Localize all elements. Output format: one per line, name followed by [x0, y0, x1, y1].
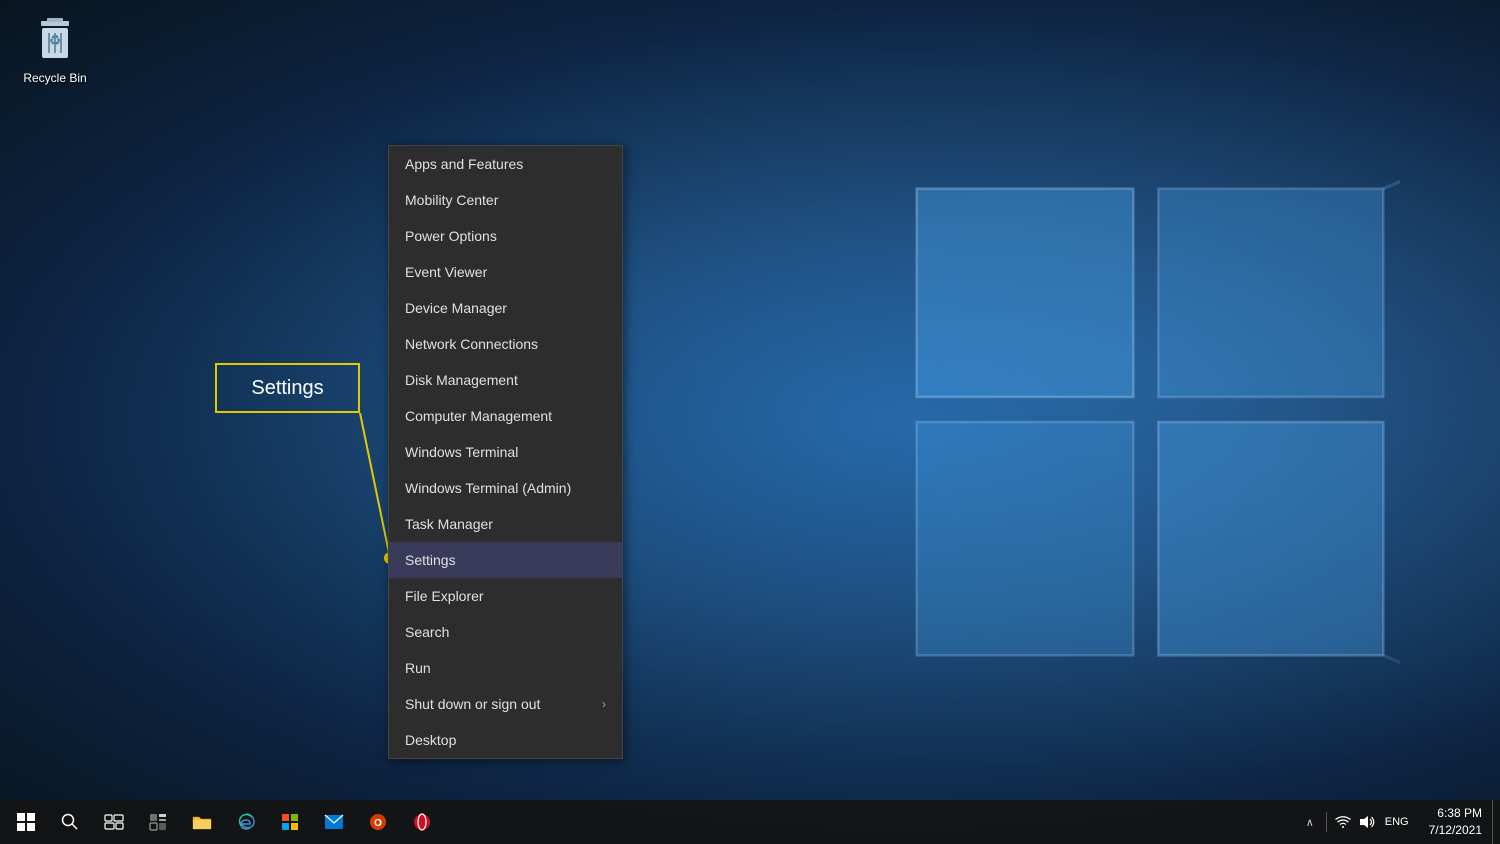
menu-item-label-apps-features: Apps and Features — [405, 156, 523, 172]
menu-item-network-connections[interactable]: Network Connections — [389, 326, 622, 362]
menu-item-computer-management[interactable]: Computer Management — [389, 398, 622, 434]
windows-logo-background — [900, 172, 1400, 672]
language-icon[interactable]: ENG — [1381, 812, 1413, 832]
start-button[interactable] — [4, 800, 48, 844]
menu-item-windows-terminal-admin[interactable]: Windows Terminal (Admin) — [389, 470, 622, 506]
widgets-button[interactable] — [136, 800, 180, 844]
widgets-icon — [149, 813, 167, 831]
opera-button[interactable] — [400, 800, 444, 844]
mail-button[interactable] — [312, 800, 356, 844]
taskbar-clock[interactable]: 6:38 PM 7/12/2021 — [1421, 805, 1490, 839]
menu-item-event-viewer[interactable]: Event Viewer — [389, 254, 622, 290]
taskbar: O ∧ — [0, 800, 1500, 844]
taskbar-search-icon — [61, 813, 79, 831]
context-menu: Apps and Features Mobility Center Power Op… — [388, 145, 623, 759]
system-tray: ∧ ENG — [1300, 812, 1421, 832]
desktop: ♻ Recycle Bin Settings Apps and Features… — [0, 0, 1500, 844]
menu-item-search[interactable]: Search — [389, 614, 622, 650]
menu-item-label-mobility-center: Mobility Center — [405, 192, 498, 208]
task-view-button[interactable] — [92, 800, 136, 844]
menu-item-label-disk-management: Disk Management — [405, 372, 518, 388]
menu-item-label-windows-terminal-admin: Windows Terminal (Admin) — [405, 480, 571, 496]
recycle-bin-label: Recycle Bin — [23, 71, 86, 85]
task-view-icon — [104, 814, 124, 830]
menu-item-label-shut-down: Shut down or sign out — [405, 696, 540, 712]
menu-item-label-run: Run — [405, 660, 431, 676]
menu-item-file-explorer[interactable]: File Explorer — [389, 578, 622, 614]
office-button[interactable]: O — [356, 800, 400, 844]
svg-text:♻: ♻ — [49, 32, 62, 48]
chevron-up-icon[interactable]: ∧ — [1300, 812, 1320, 832]
start-icon — [16, 812, 36, 832]
clock-time: 6:38 PM — [1437, 805, 1482, 822]
file-explorer-icon — [192, 813, 212, 831]
taskbar-search-button[interactable] — [48, 800, 92, 844]
menu-item-label-desktop: Desktop — [405, 732, 456, 748]
edge-icon — [236, 812, 256, 832]
menu-item-shut-down[interactable]: Shut down or sign out › — [389, 686, 622, 722]
settings-callout-box: Settings — [215, 363, 360, 413]
menu-item-task-manager[interactable]: Task Manager — [389, 506, 622, 542]
clock-date: 7/12/2021 — [1429, 822, 1482, 839]
opera-icon — [412, 812, 432, 832]
menu-item-label-settings: Settings — [405, 552, 456, 568]
menu-item-settings[interactable]: Settings — [389, 542, 622, 578]
tray-separator — [1326, 812, 1327, 832]
menu-item-run[interactable]: Run — [389, 650, 622, 686]
file-explorer-button[interactable] — [180, 800, 224, 844]
menu-item-windows-terminal[interactable]: Windows Terminal — [389, 434, 622, 470]
menu-item-mobility-center[interactable]: Mobility Center — [389, 182, 622, 218]
show-desktop-button[interactable] — [1492, 800, 1498, 844]
menu-item-desktop[interactable]: Desktop — [389, 722, 622, 758]
menu-item-label-windows-terminal: Windows Terminal — [405, 444, 518, 460]
settings-callout-label: Settings — [251, 377, 323, 400]
recycle-bin-icon[interactable]: ♻ Recycle Bin — [10, 10, 100, 90]
menu-item-power-options[interactable]: Power Options — [389, 218, 622, 254]
menu-item-label-file-explorer: File Explorer — [405, 588, 484, 604]
menu-item-label-network-connections: Network Connections — [405, 336, 538, 352]
submenu-chevron-shut-down: › — [602, 697, 606, 711]
svg-text:O: O — [374, 818, 382, 829]
office-icon: O — [368, 812, 388, 832]
menu-item-device-manager[interactable]: Device Manager — [389, 290, 622, 326]
menu-item-label-computer-management: Computer Management — [405, 408, 552, 424]
recycle-bin-svg: ♻ — [29, 15, 81, 67]
menu-item-label-event-viewer: Event Viewer — [405, 264, 487, 280]
menu-item-label-search: Search — [405, 624, 449, 640]
volume-icon[interactable] — [1357, 812, 1377, 832]
ms-store-button[interactable] — [268, 800, 312, 844]
menu-item-label-task-manager: Task Manager — [405, 516, 493, 532]
menu-item-label-device-manager: Device Manager — [405, 300, 507, 316]
wifi-icon[interactable] — [1333, 812, 1353, 832]
menu-item-label-power-options: Power Options — [405, 228, 497, 244]
ms-store-icon — [280, 812, 300, 832]
menu-item-disk-management[interactable]: Disk Management — [389, 362, 622, 398]
menu-item-apps-features[interactable]: Apps and Features — [389, 146, 622, 182]
edge-browser-button[interactable] — [224, 800, 268, 844]
mail-icon — [324, 814, 344, 830]
